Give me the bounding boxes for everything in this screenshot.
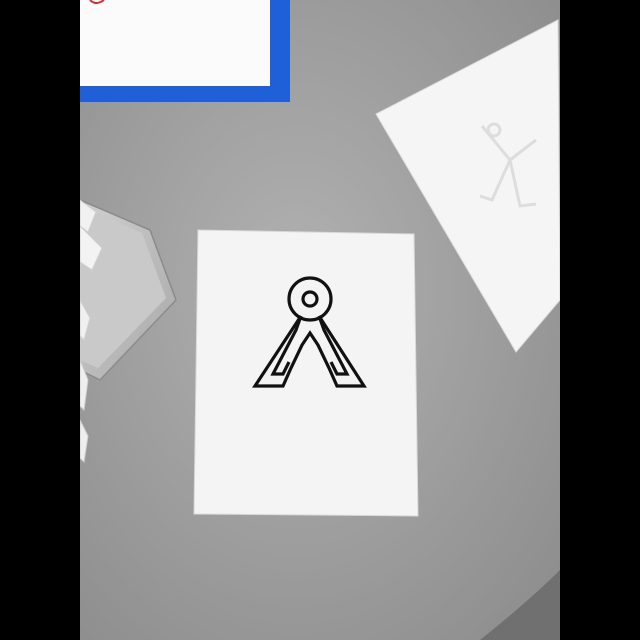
photo-frame [0,0,640,640]
main-paper [193,229,419,517]
blue-clipboard [80,0,290,102]
table-photo [80,0,560,640]
scene-drawing [80,0,560,640]
